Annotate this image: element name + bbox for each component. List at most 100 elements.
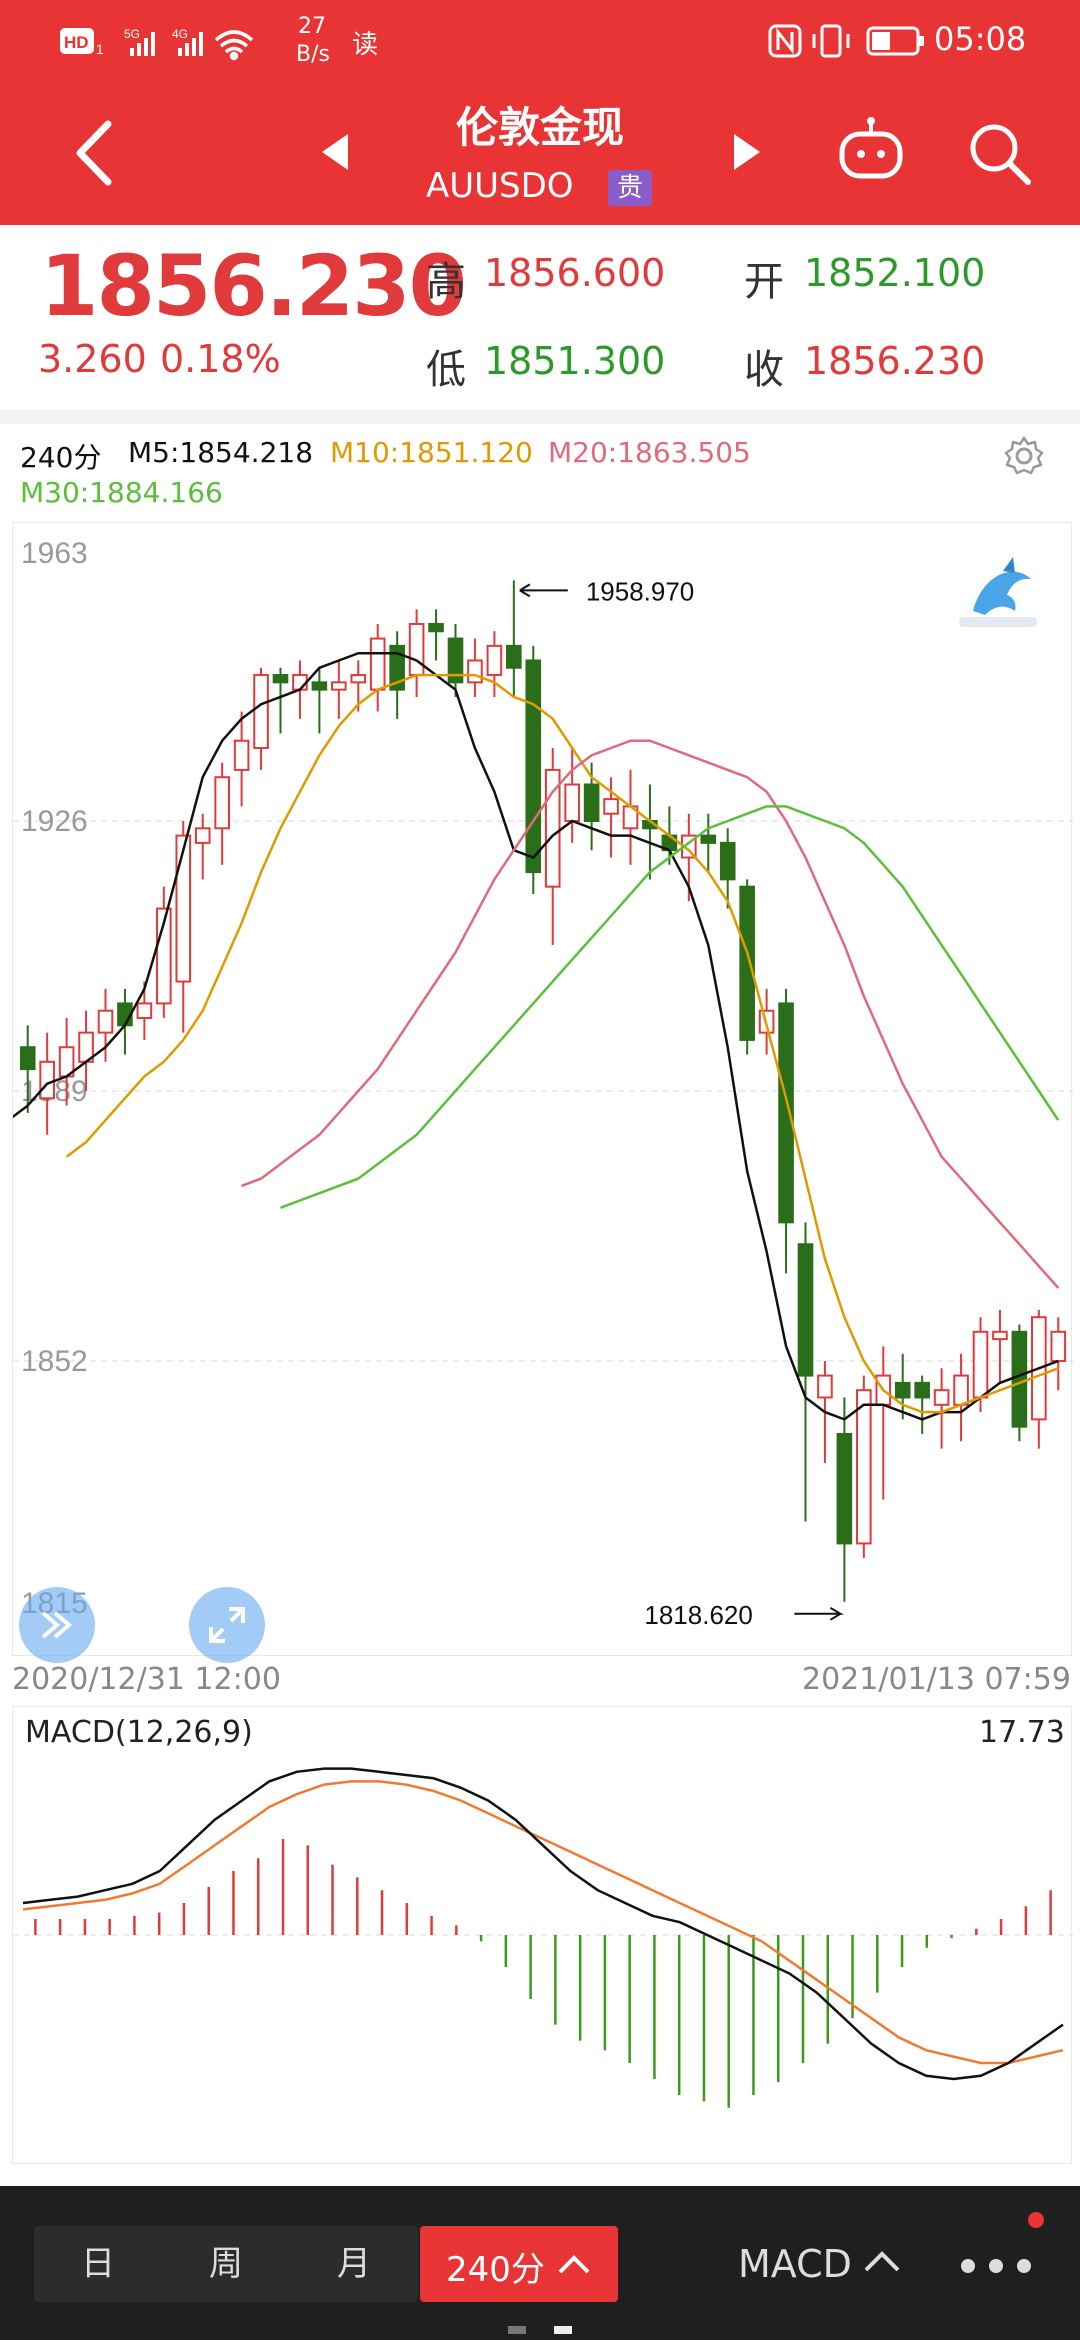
back-icon[interactable] — [70, 118, 120, 188]
candle-body — [700, 834, 717, 844]
macd-dea-line — [22, 1780, 1064, 2065]
battery-icon — [866, 26, 924, 56]
ma-line-m30 — [280, 805, 1060, 1209]
open-value: 1852.100 — [804, 251, 986, 295]
candle-body — [817, 1374, 833, 1399]
candle-body — [194, 827, 211, 844]
indicator-label: MACD — [738, 2242, 852, 2286]
price-change-pct: 0.18% — [160, 337, 281, 381]
high-label: 高 — [426, 259, 466, 305]
status-right-icons — [768, 24, 924, 58]
close-value: 1856.230 — [804, 339, 986, 383]
robot-icon[interactable] — [836, 116, 906, 186]
macd-value: 17.73 — [979, 1715, 1065, 1750]
macd-dif-line — [22, 1767, 1064, 2081]
candle-body — [972, 1330, 989, 1399]
candle-body — [797, 1243, 814, 1377]
y-axis-label: 1852 — [21, 1345, 88, 1378]
candle-body — [408, 622, 425, 677]
min-arrow — [794, 1606, 844, 1621]
candle-body — [311, 681, 328, 691]
ma-legend: 240分 M5:1854.218 M10:1851.120 M20:1863.5… — [0, 424, 1080, 520]
gear-icon[interactable] — [1004, 436, 1044, 476]
candle-body — [136, 1002, 153, 1020]
candle-body — [836, 1432, 853, 1545]
x-start-label: 2020/12/31 12:00 — [12, 1662, 281, 1697]
prev-icon[interactable] — [318, 132, 352, 172]
candle-body — [428, 622, 444, 633]
more-icon[interactable] — [958, 2246, 1038, 2286]
speed-unit: B/s — [296, 42, 330, 67]
kline-svg: 196319261889185218151958.9701818.620 — [7, 537, 1073, 1630]
candle-body — [914, 1381, 930, 1399]
tab-240min[interactable]: 240分 — [420, 2226, 618, 2302]
wifi-icon — [214, 30, 254, 61]
last-price: 1856.230 — [40, 237, 467, 335]
y-axis-label: 1926 — [21, 805, 88, 838]
candle-body — [350, 674, 367, 684]
ma20-value: M20:1863.505 — [548, 436, 751, 469]
candle-body — [467, 659, 483, 684]
kline-chart[interactable]: 196319261889185218151958.9701818.620 — [7, 522, 1073, 1663]
divider — [0, 410, 1080, 424]
page-indicator-active — [554, 2326, 572, 2334]
candle-body — [39, 1060, 55, 1100]
price-change: 3.260 — [38, 337, 147, 381]
candle-body — [739, 885, 755, 1041]
open-label: 开 — [744, 259, 784, 305]
dolphin-logo — [959, 557, 1037, 627]
candle-body — [486, 644, 503, 677]
fullscreen-button[interactable] — [189, 1587, 265, 1663]
candle-body — [214, 776, 230, 830]
period-label: 240分 — [20, 441, 102, 474]
tab-day[interactable]: 日 — [34, 2226, 162, 2302]
category-badge: 贵 — [608, 170, 652, 206]
max-arrow — [519, 583, 568, 598]
ma10-value: M10:1851.120 — [330, 436, 533, 469]
close-label: 收 — [744, 347, 784, 393]
ma30-value: M30:1884.166 — [20, 476, 223, 509]
expand-icon — [209, 1607, 245, 1643]
candle-body — [992, 1330, 1008, 1341]
signal-icons: HD 1 5G 4G — [60, 27, 254, 61]
tab-month[interactable]: 月 — [290, 2226, 418, 2302]
double-chevron-icon — [41, 1611, 73, 1639]
collapse-panel-button[interactable] — [19, 1587, 95, 1663]
indicator-selector[interactable]: MACD — [738, 2242, 852, 2286]
next-icon[interactable] — [730, 132, 764, 172]
page-title: 伦敦金现 — [455, 103, 624, 152]
candle-body — [19, 1046, 36, 1071]
candle-body — [175, 834, 192, 983]
svg-text:1: 1 — [96, 41, 104, 57]
candle-body — [1011, 1330, 1028, 1428]
candle-body — [894, 1381, 911, 1399]
max-price-label: 1958.970 — [586, 576, 694, 606]
symbol-code: AUUSDO — [426, 166, 574, 206]
search-icon[interactable] — [966, 120, 1036, 190]
candle-body — [583, 783, 600, 823]
tab-week[interactable]: 周 — [162, 2226, 290, 2302]
low-label: 低 — [426, 347, 466, 393]
candle-body — [97, 1009, 114, 1034]
notification-dot — [1028, 2212, 1044, 2228]
speed-value: 27 — [298, 14, 326, 39]
y-axis-label: 1963 — [21, 537, 88, 570]
min-price-label: 1818.620 — [644, 1600, 752, 1630]
candle-body — [603, 798, 619, 815]
app-header: 伦敦金现 AUUSDO 贵 — [0, 80, 1080, 225]
5g-signal-icon: 5G — [124, 27, 155, 56]
vibrate-icon — [812, 24, 850, 58]
candle-body — [506, 644, 522, 669]
candle-body — [272, 674, 289, 684]
low-value: 1851.300 — [484, 339, 666, 383]
candle-body — [953, 1374, 969, 1406]
tab-240min-label: 240分 — [446, 2250, 545, 2290]
candle-body — [233, 739, 250, 771]
macd-panel[interactable]: MACD(12,26,9) 17.73 — [12, 1706, 1073, 2164]
high-value: 1856.600 — [484, 251, 666, 295]
svg-text:5G: 5G — [124, 27, 140, 41]
page-indicator-inactive — [508, 2326, 526, 2334]
candle-body — [369, 637, 386, 691]
candle-body — [1050, 1330, 1067, 1362]
ma5-value: M5:1854.218 — [128, 436, 314, 469]
